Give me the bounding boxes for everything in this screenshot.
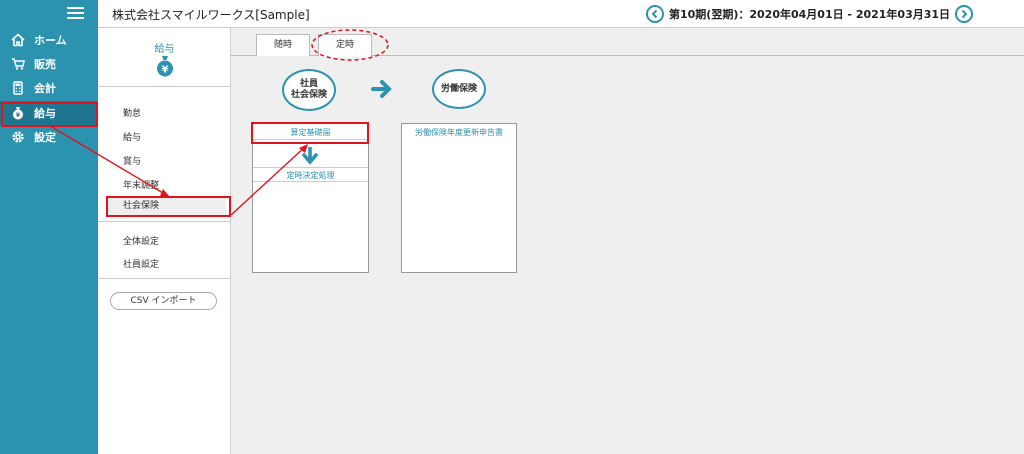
panel-item-labor-insurance-annual-update[interactable]: 労働保険年度更新申告書 — [402, 125, 516, 140]
cart-icon — [10, 56, 26, 72]
submenu-item-bonus[interactable]: 賞与 — [123, 154, 141, 167]
home-icon — [10, 32, 26, 48]
nav-item-label: ホーム — [34, 34, 67, 47]
payroll-sidebar: 給与 ¥ 勤怠 給与 賞与 年末調整 社会保険 全体設定 社員設定 CSV イン… — [98, 28, 231, 454]
sidebar-title: 給与 — [154, 44, 175, 55]
left-nav: ホーム 販売 会計 ¥ 給与 設定 — [0, 0, 98, 454]
csv-import-button[interactable]: CSV インポート — [110, 292, 217, 310]
highlight-box-calculation-basis — [251, 122, 369, 144]
labor-insurance-circle: 労働保険 — [432, 69, 486, 109]
prev-period-button[interactable] — [646, 5, 664, 23]
tab-ad-hoc[interactable]: 随時 — [256, 34, 310, 56]
highlight-box-payroll — [1, 102, 98, 127]
submenu-item-year-end-adjustment[interactable]: 年末調整 — [123, 178, 159, 191]
nav-item-accounting[interactable]: 会計 — [0, 76, 98, 100]
divider — [98, 86, 231, 87]
panel-item-regular-determination[interactable]: 定時決定処理 — [253, 167, 368, 182]
labor-insurance-panel: 労働保険年度更新申告書 — [401, 123, 517, 273]
social-insurance-panel: 算定基礎届 定時決定処理 — [252, 123, 369, 273]
divider — [98, 221, 231, 222]
divider — [98, 278, 231, 279]
svg-text:¥: ¥ — [162, 65, 169, 76]
submenu-item-attendance[interactable]: 勤怠 — [123, 106, 141, 119]
nav-item-home[interactable]: ホーム — [0, 28, 98, 52]
gear-icon — [10, 129, 26, 145]
nav-item-label: 設定 — [34, 131, 56, 144]
nav-item-sales[interactable]: 販売 — [0, 52, 98, 76]
header: 株式会社スマイルワークス[Sample] 第10期(翌期)：2020年04月01… — [98, 0, 1024, 28]
hamburger-menu-icon[interactable] — [67, 7, 84, 20]
employee-social-insurance-circle: 社員 社会保険 — [282, 69, 336, 111]
money-bag-icon: ¥ — [154, 55, 176, 77]
submenu-item-salary[interactable]: 給与 — [123, 130, 141, 143]
chevron-left-icon — [651, 9, 658, 19]
circle-label: 労働保険 — [440, 83, 477, 94]
chevron-right-icon — [961, 9, 968, 19]
submenu-item-employee-settings[interactable]: 社員設定 — [123, 257, 159, 270]
main-content: 随時 定時 社員 社会保険 労働保険 算定基礎届 定時決定処理 労働保険年度更新… — [231, 28, 1024, 454]
nav-item-label: 会計 — [34, 82, 56, 95]
arrow-right-icon — [371, 79, 393, 103]
period-selector: 第10期(翌期)：2020年04月01日 - 2021年03月31日 — [646, 4, 974, 24]
nav-item-settings[interactable]: 設定 — [0, 125, 98, 149]
nav-item-label: 販売 — [34, 58, 56, 71]
period-text: 第10期(翌期)：2020年04月01日 - 2021年03月31日 — [669, 8, 951, 21]
company-name: 株式会社スマイルワークス[Sample] — [112, 8, 310, 22]
highlight-box-social-insurance — [106, 196, 231, 217]
calculator-icon — [10, 80, 26, 96]
circle-label: 社員 社会保険 — [290, 79, 327, 100]
arrow-down-icon — [301, 146, 319, 169]
next-period-button[interactable] — [955, 5, 974, 23]
submenu-item-general-settings[interactable]: 全体設定 — [123, 234, 159, 247]
tab-regular[interactable]: 定時 — [318, 34, 372, 57]
